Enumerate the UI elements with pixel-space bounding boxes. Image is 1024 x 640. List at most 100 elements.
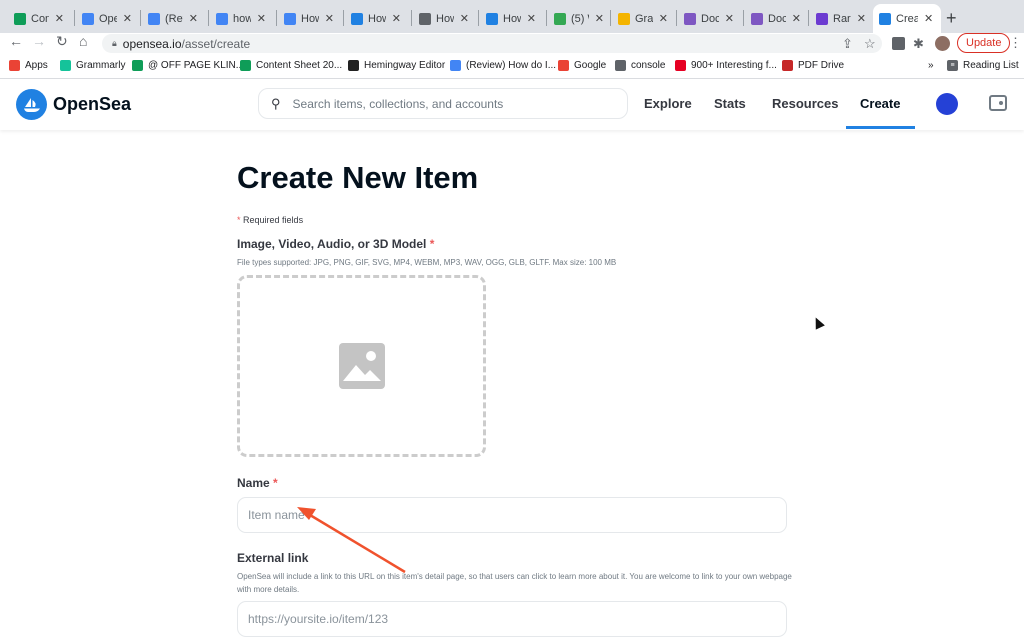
bookmark-label: (Review) How do I... bbox=[466, 60, 557, 71]
reload-icon[interactable]: ↻ bbox=[56, 33, 68, 50]
name-input[interactable]: Item name bbox=[237, 497, 787, 533]
page-title: Create New Item bbox=[237, 160, 479, 195]
close-tab-icon[interactable]: ✕ bbox=[924, 12, 933, 25]
browser-tab[interactable]: How ✕ bbox=[278, 4, 340, 33]
bookmark-label: Hemingway Editor bbox=[364, 60, 446, 71]
browser-tab[interactable]: Rarib ✕ bbox=[810, 4, 872, 33]
browser-tab[interactable]: Cont ✕ bbox=[8, 4, 70, 33]
tab-title: how t bbox=[233, 12, 251, 25]
new-tab-button[interactable]: + bbox=[946, 8, 957, 29]
tab-title: Gram bbox=[635, 12, 653, 25]
browser-tab[interactable]: Docu ✕ bbox=[745, 4, 807, 33]
bookmark-item[interactable]: console bbox=[615, 60, 665, 71]
search-input[interactable]: ⚲ Search items, collections, and account… bbox=[258, 88, 628, 119]
nav-explore[interactable]: Explore bbox=[644, 96, 692, 111]
address-bar-row: ← → ↻ ⌂ 🔒︎ opensea.io/asset/create ⇪ ☆ ✱… bbox=[0, 33, 1024, 55]
bookmark-item[interactable]: Content Sheet 20... bbox=[240, 60, 342, 71]
reading-list-button[interactable]: ≡ Reading List bbox=[947, 60, 1019, 71]
dollar-icon bbox=[554, 12, 566, 25]
bookmark-item[interactable]: PDF Drive bbox=[782, 60, 844, 71]
required-asterisk: * bbox=[237, 215, 241, 225]
external-link-input[interactable]: https://yoursite.io/item/123 bbox=[237, 601, 787, 637]
tab-separator bbox=[74, 10, 75, 26]
required-fields-note: * Required fields bbox=[237, 215, 303, 225]
browser-tab[interactable]: How ✕ bbox=[480, 4, 542, 33]
tab-title: Creat bbox=[896, 12, 918, 25]
close-tab-icon[interactable]: ✕ bbox=[123, 12, 132, 25]
globe-icon bbox=[419, 12, 431, 25]
bookmark-item[interactable]: Google bbox=[558, 60, 606, 71]
docs-icon bbox=[216, 12, 228, 25]
media-label: Image, Video, Audio, or 3D Model * bbox=[237, 237, 434, 251]
reading-list-label: Reading List bbox=[963, 60, 1019, 71]
close-tab-icon[interactable]: ✕ bbox=[527, 12, 536, 25]
tab-title: (Revi bbox=[165, 12, 183, 25]
browser-tab[interactable]: (5) W ✕ bbox=[548, 4, 610, 33]
close-tab-icon[interactable]: ✕ bbox=[792, 12, 801, 25]
tab-title: How bbox=[436, 12, 454, 25]
bookmark-item[interactable]: Hemingway Editor bbox=[348, 60, 445, 71]
puzzle-icon[interactable]: ✱ bbox=[913, 36, 924, 52]
browser-tab-strip: Cont✕Open✕(Revi✕how t✕How✕How✕How✕How✕(5… bbox=[0, 0, 1024, 33]
tab-separator bbox=[546, 10, 547, 26]
opensea-logo-icon[interactable] bbox=[16, 89, 47, 120]
tab-separator bbox=[743, 10, 744, 26]
cloud-icon bbox=[751, 12, 763, 25]
docs-icon bbox=[82, 12, 94, 25]
media-upload-dropzone[interactable] bbox=[237, 275, 486, 457]
bookmark-item[interactable]: (Review) How do I... bbox=[450, 60, 556, 71]
bookmark-item[interactable]: Apps bbox=[9, 60, 48, 71]
bookmark-star-icon[interactable]: ☆ bbox=[864, 36, 876, 52]
bookmark-item[interactable]: 900+ Interesting f... bbox=[675, 60, 777, 71]
bookmark-item[interactable]: @ OFF PAGE KLIN... bbox=[132, 60, 244, 71]
url-field[interactable]: 🔒︎ opensea.io/asset/create bbox=[102, 34, 882, 53]
browser-tab[interactable]: (Revi ✕ bbox=[142, 4, 204, 33]
url-host: opensea.io bbox=[122, 36, 182, 51]
brand-name[interactable]: OpenSea bbox=[53, 94, 131, 115]
name-label-text: Name bbox=[237, 476, 270, 490]
nav-create[interactable]: Create bbox=[860, 96, 900, 111]
close-tab-icon[interactable]: ✕ bbox=[857, 12, 866, 25]
browser-tab[interactable]: How ✕ bbox=[413, 4, 475, 33]
browser-tab[interactable]: Open ✕ bbox=[76, 4, 138, 33]
docs-icon bbox=[284, 12, 296, 25]
browser-tab[interactable]: Gram ✕ bbox=[612, 4, 674, 33]
close-tab-icon[interactable]: ✕ bbox=[460, 12, 469, 25]
update-button[interactable]: Update bbox=[957, 33, 1011, 53]
bookmarks-bar: » ≡ Reading List Apps Grammarly @ OFF PAGE … bbox=[0, 55, 1024, 79]
tab-separator bbox=[140, 10, 141, 26]
sheets-icon bbox=[14, 12, 26, 25]
tab-title: Docu bbox=[768, 12, 786, 25]
reading-list-icon: ≡ bbox=[947, 60, 958, 71]
close-tab-icon[interactable]: ✕ bbox=[189, 12, 198, 25]
browser-menu-icon[interactable]: ⋮ bbox=[1009, 35, 1022, 51]
home-icon[interactable]: ⌂ bbox=[79, 33, 87, 49]
browser-tab[interactable]: How ✕ bbox=[345, 4, 407, 33]
search-placeholder: Search items, collections, and accounts bbox=[292, 96, 504, 111]
close-tab-icon[interactable]: ✕ bbox=[392, 12, 401, 25]
bookmarks-overflow-button[interactable]: » bbox=[928, 60, 934, 71]
profile-icon[interactable] bbox=[936, 93, 958, 115]
close-tab-icon[interactable]: ✕ bbox=[325, 12, 334, 25]
browser-tab[interactable]: how t ✕ bbox=[210, 4, 272, 33]
rarible-icon bbox=[816, 12, 828, 25]
back-icon[interactable]: ← bbox=[9, 33, 23, 49]
close-tab-icon[interactable]: ✕ bbox=[659, 12, 668, 25]
nav-stats[interactable]: Stats bbox=[714, 96, 746, 111]
close-tab-icon[interactable]: ✕ bbox=[257, 12, 266, 25]
extension-icon[interactable] bbox=[892, 37, 905, 50]
browser-tab[interactable]: Docu ✕ bbox=[678, 4, 740, 33]
grammarly-icon bbox=[618, 12, 630, 25]
share-icon[interactable]: ⇪ bbox=[842, 36, 853, 52]
close-tab-icon[interactable]: ✕ bbox=[725, 12, 734, 25]
wallet-icon[interactable] bbox=[989, 95, 1007, 111]
close-tab-icon[interactable]: ✕ bbox=[55, 12, 64, 25]
browser-tab[interactable]: Creat ✕ bbox=[873, 4, 941, 33]
bookmark-item[interactable]: Grammarly bbox=[60, 60, 125, 71]
forward-icon[interactable]: → bbox=[32, 33, 46, 49]
name-label: Name * bbox=[237, 476, 278, 490]
tab-separator bbox=[208, 10, 209, 26]
profile-avatar-icon[interactable] bbox=[935, 36, 950, 51]
nav-resources[interactable]: Resources bbox=[772, 96, 838, 111]
close-tab-icon[interactable]: ✕ bbox=[595, 12, 604, 25]
